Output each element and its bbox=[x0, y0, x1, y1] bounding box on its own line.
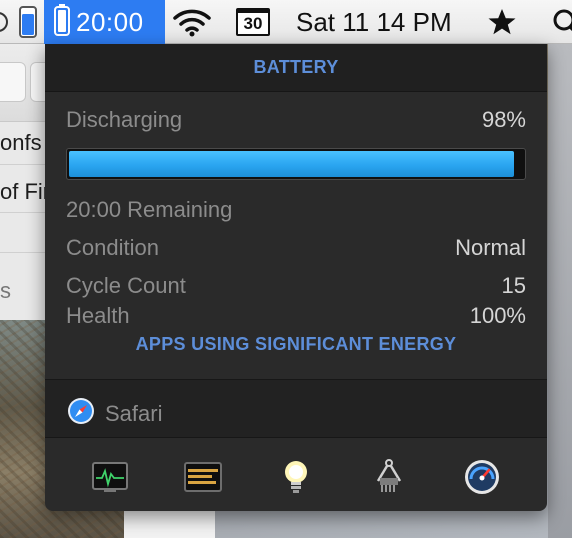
console-icon[interactable] bbox=[183, 457, 223, 497]
battery-dropdown-panel: BATTERY Discharging 98% 20:00 Remaining … bbox=[45, 44, 547, 511]
background-window-edge bbox=[548, 44, 572, 538]
battery-level-icon[interactable] bbox=[19, 0, 41, 44]
calendar-day-label: 30 bbox=[243, 14, 263, 33]
stat-row-health: Health 100% bbox=[66, 303, 526, 329]
battery-time-label: 20:00 bbox=[76, 6, 144, 37]
utility-toolbar bbox=[45, 442, 547, 511]
background-toolbar-button[interactable] bbox=[0, 62, 26, 102]
datetime-label: Sat 11 14 PM bbox=[296, 6, 452, 37]
apps-section-title: APPS USING SIGNIFICANT ENERGY bbox=[135, 334, 457, 354]
stat-value: 15 bbox=[501, 273, 526, 298]
battery-icon bbox=[54, 3, 70, 41]
status-row: Discharging 98% bbox=[66, 107, 526, 133]
safari-icon bbox=[67, 397, 95, 430]
activity-monitor-icon[interactable] bbox=[90, 457, 130, 497]
apps-section-header: APPS USING SIGNIFICANT ENERGY bbox=[45, 334, 547, 355]
calendar-icon[interactable]: 30 bbox=[236, 0, 272, 44]
star-icon[interactable] bbox=[487, 0, 519, 44]
search-icon[interactable] bbox=[548, 0, 572, 44]
battery-menu-item[interactable]: 20:00 bbox=[44, 0, 165, 44]
background-text: onfs bbox=[0, 130, 42, 155]
status-label: Discharging bbox=[66, 107, 183, 132]
stat-value: Normal bbox=[455, 235, 526, 260]
wifi-icon[interactable] bbox=[172, 0, 216, 44]
panel-header: BATTERY bbox=[45, 44, 547, 92]
stat-label: Health bbox=[66, 303, 130, 328]
charge-percent-value: 98% bbox=[481, 107, 526, 132]
stat-label: Condition bbox=[66, 235, 159, 260]
left-partial-icon[interactable] bbox=[0, 0, 12, 44]
remaining-row: 20:00 Remaining bbox=[66, 197, 526, 223]
app-item-safari[interactable]: Safari bbox=[67, 397, 162, 430]
clock-menu-item[interactable]: Sat 11 14 PM bbox=[296, 0, 452, 44]
stat-label: Cycle Count bbox=[66, 273, 186, 298]
stat-row-cycle-count: Cycle Count 15 bbox=[66, 273, 526, 299]
menu-bar: 20:00 30 Sat 11 14 PM bbox=[0, 0, 572, 44]
system-information-icon[interactable] bbox=[369, 457, 409, 497]
remaining-label: 20:00 Remaining bbox=[66, 197, 233, 222]
app-name: Safari bbox=[105, 400, 163, 426]
stat-row-condition: Condition Normal bbox=[66, 235, 526, 261]
panel-title: BATTERY bbox=[253, 57, 339, 77]
charge-progress-fill bbox=[69, 151, 514, 177]
disk-utility-icon[interactable] bbox=[462, 457, 502, 497]
charge-progress-bar bbox=[66, 148, 526, 180]
apps-list: Safari bbox=[45, 379, 547, 438]
background-text: s bbox=[0, 278, 11, 303]
lightbulb-icon[interactable] bbox=[276, 457, 316, 497]
stat-value: 100% bbox=[469, 303, 526, 328]
